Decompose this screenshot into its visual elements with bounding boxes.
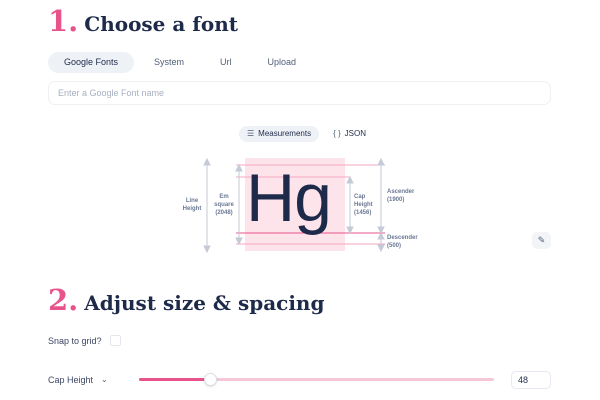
descender-arrow-bottom xyxy=(377,244,385,253)
cap-height-arrow-top xyxy=(346,175,354,184)
cap-height-select-label: Cap Height xyxy=(48,375,94,385)
cap-height-value-input[interactable] xyxy=(511,371,551,389)
snap-to-grid-label: Snap to grid? xyxy=(48,335,102,346)
em-square-label: Em square (2048) xyxy=(214,194,234,216)
line-height-label: Line Height xyxy=(182,198,202,212)
slider-thumb[interactable] xyxy=(204,373,217,386)
slider-fill xyxy=(139,378,210,381)
edit-button[interactable]: ✎ xyxy=(532,232,551,249)
line-height-arrow-top xyxy=(203,157,211,166)
ascender-arrow-top xyxy=(377,157,385,166)
edit-icon: ✎ xyxy=(537,235,546,245)
section-2-number: 2. xyxy=(48,283,79,317)
em-square-arrow-top xyxy=(235,163,243,172)
section-2-title: 2. Adjust size & spacing xyxy=(48,283,324,317)
ascender-label: Ascender (1900) xyxy=(387,189,415,203)
cap-height-label: Cap Height (1456) xyxy=(354,194,373,216)
cap-height-slider[interactable] xyxy=(139,373,494,386)
line-height-arrow-bottom xyxy=(203,245,211,254)
cap-height-row: Cap Height ⌄ xyxy=(48,371,551,389)
cap-height-select[interactable]: Cap Height ⌄ xyxy=(48,371,108,389)
em-square-arrow-bottom xyxy=(235,237,243,246)
cap-height-arrow-bottom xyxy=(346,226,354,235)
descender-label: Descender (500) xyxy=(387,235,418,249)
snap-to-grid-checkbox[interactable] xyxy=(109,335,121,346)
section-2-heading: Adjust size & spacing xyxy=(84,291,325,315)
descender-arrow-top xyxy=(377,231,385,240)
specimen-glyphs: Hg xyxy=(246,160,332,236)
snap-to-grid-row: Snap to grid? xyxy=(48,335,121,346)
chevron-down-icon: ⌄ xyxy=(101,375,108,384)
